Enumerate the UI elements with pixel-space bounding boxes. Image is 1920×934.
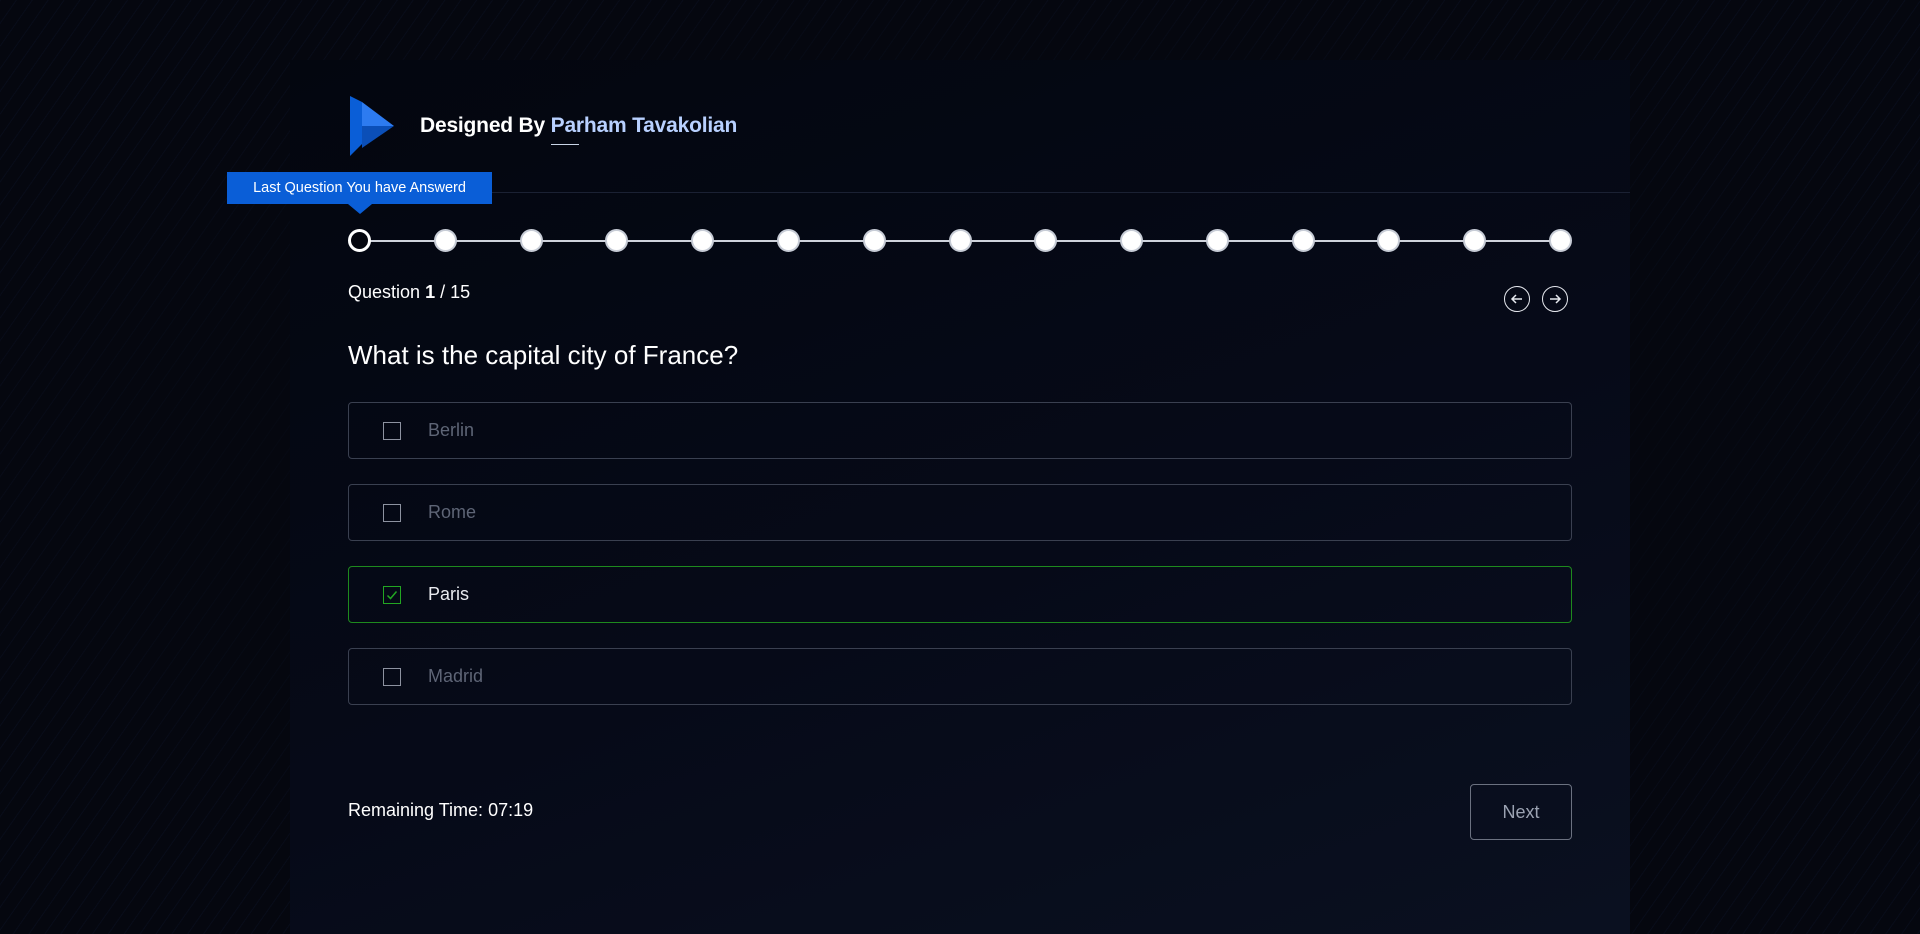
step-11[interactable] (1205, 229, 1229, 252)
step-1[interactable] (348, 229, 371, 252)
checkbox-icon[interactable] (383, 421, 401, 440)
answer-option[interactable]: Rome (348, 484, 1572, 541)
question-counter-label: Question (348, 282, 421, 302)
timer-label: Remaining Time: (348, 800, 484, 820)
answer-options: Berlin Rome Paris Madrid (348, 402, 1572, 730)
checkbox-checked-icon[interactable] (383, 585, 401, 604)
remaining-time: Remaining Time: 07:19 (348, 800, 533, 821)
brand-title: Designed By Parham Tavakolian (420, 114, 737, 138)
step-12[interactable] (1291, 229, 1315, 252)
step-8[interactable] (948, 229, 972, 252)
question-counter-total: / 15 (440, 282, 471, 302)
question-counter-number: 1 (425, 282, 436, 302)
step-10[interactable] (1120, 229, 1144, 252)
arrow-left-circle-icon[interactable] (1504, 286, 1530, 312)
arrow-right-circle-icon[interactable] (1542, 286, 1568, 312)
brand-prefix: Designed By (420, 114, 545, 137)
question-nav (1504, 286, 1568, 312)
step-13[interactable] (1377, 229, 1401, 252)
step-9[interactable] (1034, 229, 1058, 252)
last-answered-tooltip: Last Question You have Answerd (227, 172, 492, 214)
answer-option-label: Paris (428, 584, 470, 604)
step-2[interactable] (433, 229, 457, 252)
step-6[interactable] (776, 229, 800, 252)
checkbox-icon[interactable] (383, 667, 401, 686)
answer-option[interactable]: Madrid (348, 648, 1572, 705)
checkbox-icon[interactable] (383, 503, 401, 522)
step-3[interactable] (519, 229, 543, 252)
step-14[interactable] (1463, 229, 1487, 252)
step-15[interactable] (1549, 229, 1572, 252)
step-4[interactable] (605, 229, 629, 252)
question-counter: Question 1 / 15 (348, 282, 470, 303)
answer-option[interactable]: Paris (348, 566, 1572, 623)
play-logo-icon (350, 96, 394, 156)
header: Designed By Parham Tavakolian (348, 96, 737, 156)
answer-option-label: Madrid (428, 666, 484, 686)
step-7[interactable] (862, 229, 886, 252)
author-link[interactable]: Parham Tavakolian (551, 114, 738, 137)
timer-value: 07:19 (488, 800, 534, 820)
answer-option-label: Berlin (428, 420, 475, 440)
next-button[interactable]: Next (1470, 784, 1572, 840)
answer-option[interactable]: Berlin (348, 402, 1572, 459)
question-text: What is the capital city of France? (348, 340, 739, 370)
answer-option-label: Rome (428, 502, 477, 522)
step-5[interactable] (691, 229, 715, 252)
question-stepper (348, 228, 1572, 254)
